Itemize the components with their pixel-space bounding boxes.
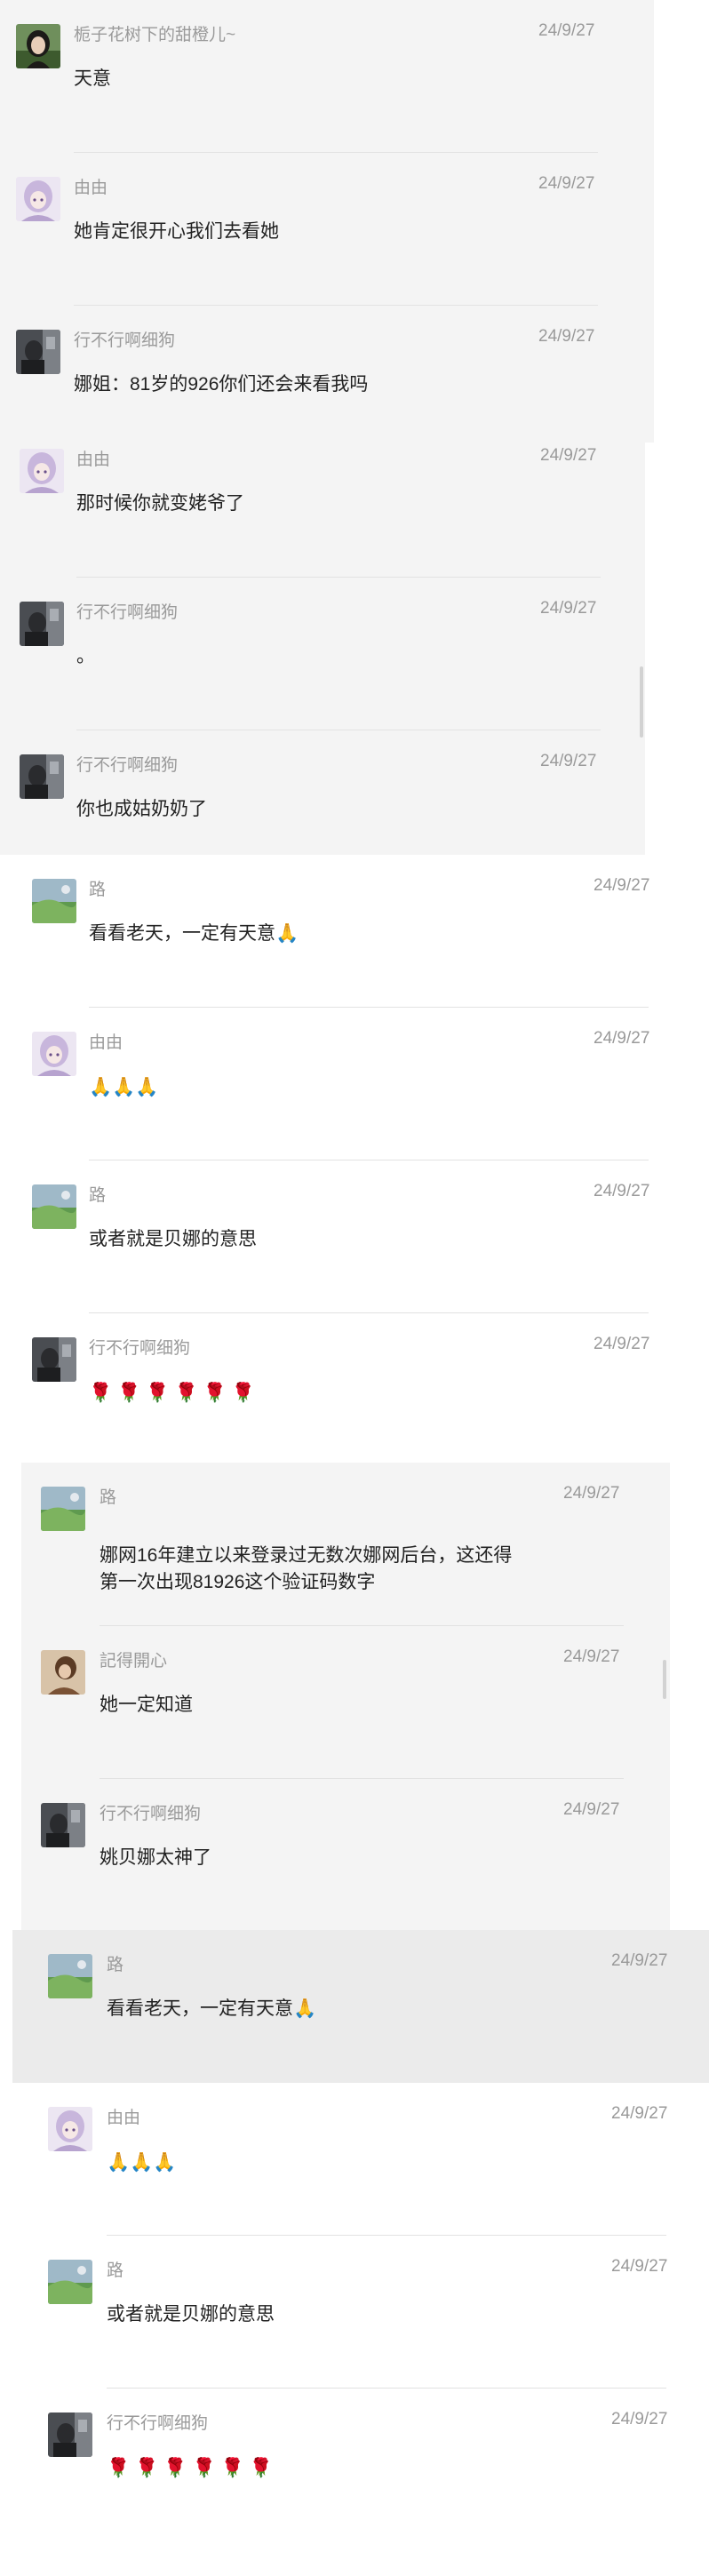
sender-name: 由由 — [89, 1033, 123, 1052]
message-item[interactable]: 路 24/9/27 娜网16年建立以来登录过无数次娜网后台，这还得 第一次出现8… — [21, 1463, 670, 1626]
avatar-photo-dark[interactable] — [41, 1803, 85, 1847]
message-text: 天意 — [74, 68, 111, 89]
message-time: 24/9/27 — [611, 2410, 668, 2428]
avatar-landscape[interactable] — [48, 1954, 92, 1998]
chat-screenshot-2: 由由 24/9/27 那时候你就变姥爷了 行不行啊细狗 24/9/27 。 行不… — [0, 425, 645, 855]
message-time: 24/9/27 — [540, 752, 597, 770]
message-time: 24/9/27 — [538, 327, 595, 346]
message-text-line: 娜网16年建立以来登录过无数次娜网后台，这还得 — [100, 1545, 513, 1566]
sender-name: 由由 — [74, 179, 108, 197]
message-time: 24/9/27 — [563, 1800, 620, 1819]
chat-screenshot-5: 路 24/9/27 看看老天，一定有天意🙏 由由 24/9/27 🙏🙏🙏 路 2… — [12, 1930, 709, 2576]
avatar-photo-dark[interactable] — [16, 330, 60, 374]
scrollbar-thumb[interactable] — [640, 666, 643, 738]
chat-screenshot-4: 路 24/9/27 娜网16年建立以来登录过无数次娜网后台，这还得 第一次出现8… — [21, 1463, 670, 1930]
avatar-landscape[interactable] — [32, 879, 76, 923]
avatar-landscape[interactable] — [41, 1487, 85, 1531]
avatar-photo-dark[interactable] — [32, 1337, 76, 1382]
sender-name: 栀子花树下的甜橙儿~ — [74, 26, 236, 44]
message-time: 24/9/27 — [593, 1029, 650, 1048]
chat-screenshot-1: 栀子花树下的甜橙儿~ 24/9/27 天意 由由 24/9/27 她肯定很开心我… — [0, 0, 654, 443]
message-text: 你也成姑奶奶了 — [76, 799, 207, 819]
sender-name: 路 — [107, 1956, 124, 1974]
avatar-landscape[interactable] — [48, 2260, 92, 2304]
message-item[interactable]: 記得開心 24/9/27 她一定知道 — [21, 1626, 670, 1779]
message-time: 24/9/27 — [540, 446, 597, 465]
sender-name: 路 — [100, 1488, 117, 1507]
message-item[interactable]: 行不行啊细狗 24/9/27 🌹🌹🌹🌹🌹🌹 — [12, 2389, 709, 2541]
message-time: 24/9/27 — [593, 1182, 650, 1200]
message-time: 24/9/27 — [611, 2257, 668, 2276]
message-time: 24/9/27 — [540, 599, 597, 618]
message-time: 24/9/27 — [538, 21, 595, 40]
message-time: 24/9/27 — [611, 1951, 668, 1970]
message-item[interactable]: 行不行啊细狗 24/9/27 。 — [0, 578, 645, 730]
sender-name: 行不行啊细狗 — [107, 2414, 209, 2433]
message-text-line: 第一次出现81926这个验证码数字 — [100, 1572, 376, 1592]
message-text: 姚贝娜太神了 — [100, 1847, 211, 1868]
avatar-anime-lilac[interactable] — [32, 1032, 76, 1076]
sender-name: 行不行啊细狗 — [74, 331, 176, 350]
message-text: 那时候你就变姥爷了 — [76, 493, 244, 514]
message-time: 24/9/27 — [611, 2104, 668, 2123]
message-item[interactable]: 行不行啊细狗 24/9/27 姚贝娜太神了 — [21, 1779, 670, 1930]
sender-name: 路 — [107, 2261, 124, 2280]
message-time: 24/9/27 — [593, 1335, 650, 1353]
avatar-girl-dark-hair[interactable] — [16, 24, 60, 68]
message-item[interactable]: 行不行啊细狗 24/9/27 你也成姑奶奶了 — [0, 730, 645, 855]
sender-name: 記得開心 — [100, 1652, 168, 1671]
message-item[interactable]: 栀子花树下的甜橙儿~ 24/9/27 天意 — [0, 0, 654, 153]
message-item[interactable]: 由由 24/9/27 她肯定很开心我们去看她 — [0, 153, 654, 306]
message-text: 看看老天，一定有天意🙏 — [89, 923, 299, 944]
sender-name: 由由 — [76, 451, 111, 469]
sender-name: 路 — [89, 1186, 107, 1205]
chat-screenshot-3: 路 24/9/27 看看老天，一定有天意🙏 由由 24/9/27 🙏🙏🙏 路 2… — [0, 855, 709, 1455]
message-item[interactable]: 行不行啊细狗 24/9/27 娜姐：81岁的926你们还会来看我吗 — [0, 306, 654, 443]
message-item[interactable]: 由由 24/9/27 🙏🙏🙏 — [12, 2083, 709, 2236]
avatar-anime-lilac[interactable] — [48, 2107, 92, 2151]
message-text: 她肯定很开心我们去看她 — [74, 221, 279, 242]
message-time: 24/9/27 — [563, 1647, 620, 1666]
avatar-photo-dark[interactable] — [20, 602, 64, 646]
sender-name: 行不行啊细狗 — [76, 603, 179, 622]
sender-name: 路 — [89, 881, 107, 899]
sender-name: 行不行啊细狗 — [100, 1805, 202, 1823]
message-item[interactable]: 行不行啊细狗 24/9/27 🌹🌹🌹🌹🌹🌹 — [0, 1313, 709, 1455]
message-item[interactable]: 路 24/9/27 或者就是贝娜的意思 — [0, 1160, 709, 1313]
message-item[interactable]: 路 24/9/27 看看老天，一定有天意🙏 — [0, 855, 709, 1008]
avatar-photo-dark[interactable] — [48, 2413, 92, 2457]
message-time: 24/9/27 — [538, 174, 595, 193]
sender-name: 行不行啊细狗 — [76, 756, 179, 775]
avatar-landscape[interactable] — [32, 1184, 76, 1229]
message-text: 。 — [76, 646, 95, 666]
message-text: 娜网16年建立以来登录过无数次娜网后台，这还得 第一次出现81926这个验证码数… — [100, 1543, 512, 1596]
avatar-person-brown[interactable] — [41, 1650, 85, 1695]
sender-name: 行不行啊细狗 — [89, 1339, 191, 1358]
avatar-anime-lilac[interactable] — [16, 177, 60, 221]
message-text: 她一定知道 — [100, 1695, 193, 1715]
message-text: 看看老天，一定有天意🙏 — [107, 1998, 317, 2019]
message-text: 或者就是贝娜的意思 — [89, 1229, 257, 1249]
message-item[interactable]: 路 24/9/27 或者就是贝娜的意思 — [12, 2236, 709, 2389]
message-time: 24/9/27 — [593, 876, 650, 895]
sender-name: 由由 — [107, 2109, 141, 2127]
avatar-photo-dark[interactable] — [20, 754, 64, 799]
scrollbar-thumb[interactable] — [663, 1660, 666, 1699]
message-text: 或者就是贝娜的意思 — [107, 2304, 275, 2325]
message-text: 🌹🌹🌹🌹🌹🌹 — [89, 1382, 260, 1403]
message-item-selected[interactable]: 路 24/9/27 看看老天，一定有天意🙏 — [12, 1930, 709, 2083]
message-text: 娜姐：81岁的926你们还会来看我吗 — [74, 374, 369, 395]
message-text: 🙏🙏🙏 — [107, 2151, 177, 2173]
avatar-anime-lilac[interactable] — [20, 449, 64, 493]
message-item[interactable]: 由由 24/9/27 🙏🙏🙏 — [0, 1008, 709, 1160]
message-item[interactable]: 由由 24/9/27 那时候你就变姥爷了 — [0, 425, 645, 578]
message-text: 🙏🙏🙏 — [89, 1076, 159, 1097]
message-time: 24/9/27 — [563, 1484, 620, 1503]
message-text: 🌹🌹🌹🌹🌹🌹 — [107, 2457, 278, 2478]
